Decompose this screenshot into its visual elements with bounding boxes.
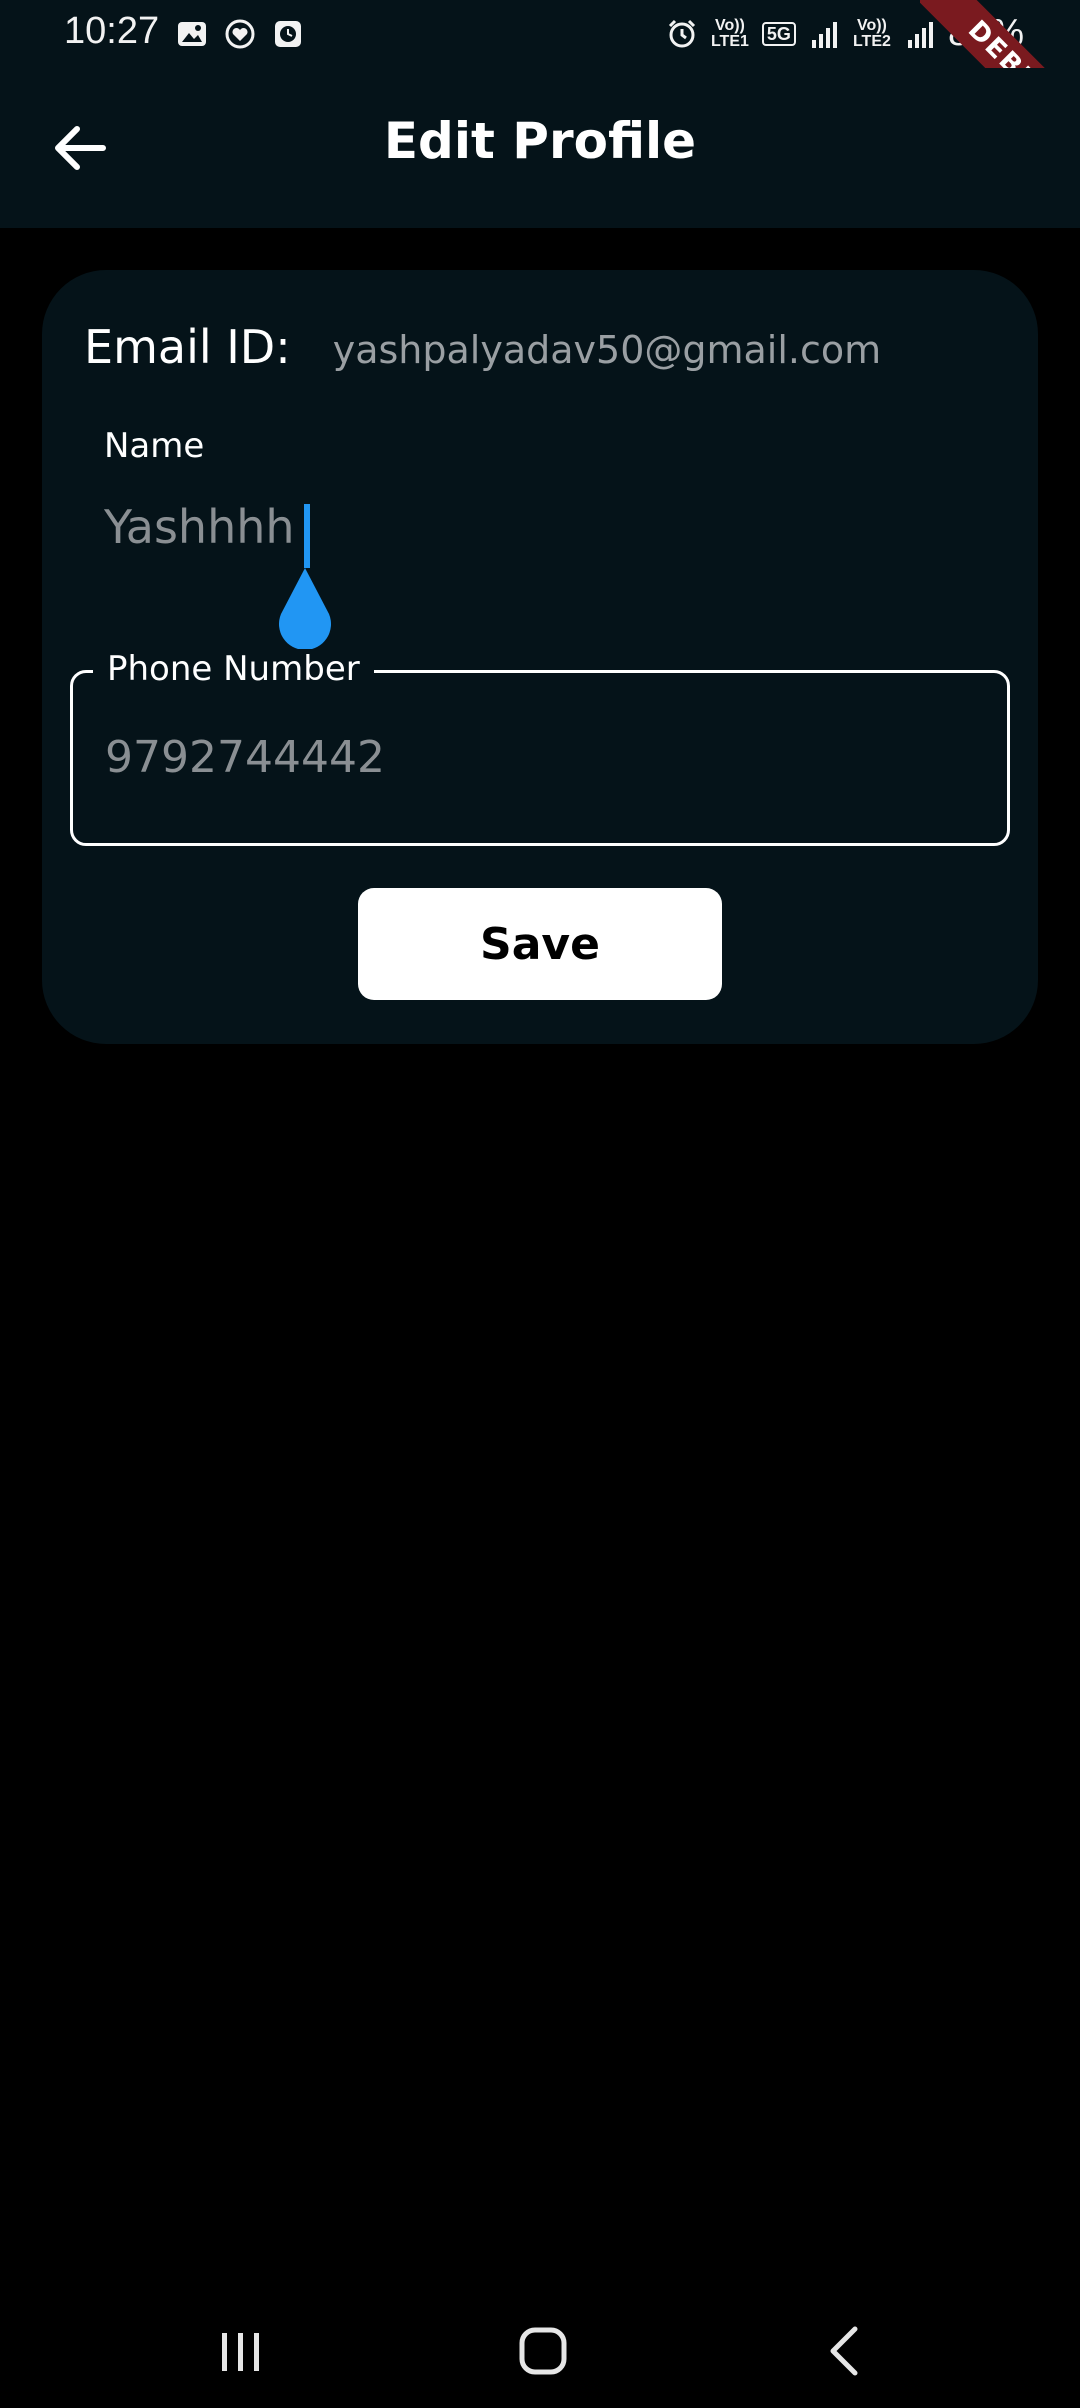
email-row: Email ID: yashpalyadav50@gmail.com	[84, 320, 881, 374]
network-label-2: Vo)) LTE2	[852, 16, 891, 50]
name-field[interactable]	[104, 500, 984, 580]
battery-percentage: 84%	[947, 12, 1024, 54]
email-label: Email ID:	[84, 320, 291, 374]
navigation-bar	[0, 2292, 1080, 2408]
text-caret	[304, 504, 310, 568]
network-type: 5G	[761, 21, 796, 46]
name-input[interactable]	[104, 500, 984, 554]
signal-icon-2	[907, 21, 933, 48]
status-time: 10:27	[64, 10, 160, 52]
profile-card: Email ID: yashpalyadav50@gmail.com Name …	[42, 270, 1038, 1044]
status-right: Vo)) LTE1 5G Vo)) LTE2 84%	[666, 12, 1024, 55]
system-back-button[interactable]	[800, 2316, 890, 2386]
email-value: yashpalyadav50@gmail.com	[332, 328, 882, 372]
app-bar: Edit Profile	[0, 68, 1080, 228]
status-bar: 10:27 Vo)) LTE1 5G Vo)) LTE2 84%	[0, 0, 1080, 68]
phone-label: Phone Number	[93, 649, 374, 689]
phone-input[interactable]	[105, 721, 965, 793]
recent-apps-button[interactable]	[196, 2316, 286, 2386]
clock-app-icon	[275, 21, 301, 47]
recent-apps-icon	[222, 2333, 259, 2371]
network-label-1: Vo)) LTE1	[710, 16, 749, 50]
home-icon	[519, 2327, 567, 2375]
name-label: Name	[104, 426, 205, 466]
home-button[interactable]	[498, 2316, 588, 2386]
screen: 10:27 Vo)) LTE1 5G Vo)) LTE2 84% DEBUG E…	[0, 0, 1080, 2408]
alarm-icon	[668, 19, 695, 47]
cursor-handle-icon[interactable]	[273, 562, 337, 658]
page-title: Edit Profile	[383, 112, 697, 170]
save-button[interactable]: Save	[358, 888, 722, 1000]
heart-sync-icon	[225, 19, 255, 49]
notification-icons	[176, 18, 304, 50]
back-icon	[830, 2326, 858, 2376]
signal-icon-1	[811, 21, 837, 48]
gallery-icon	[178, 22, 206, 46]
phone-field[interactable]: Phone Number	[70, 649, 1010, 846]
